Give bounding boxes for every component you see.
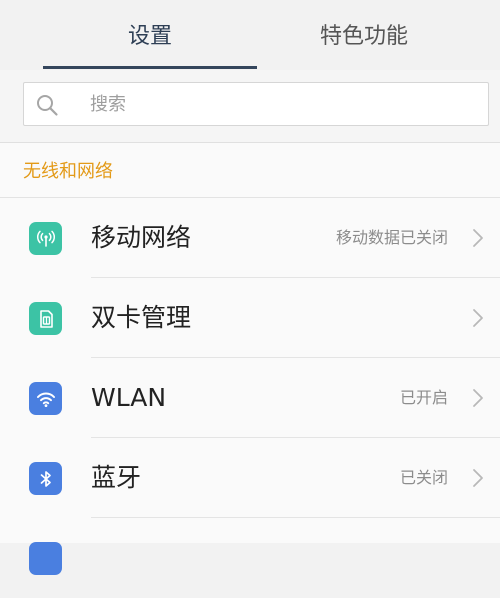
item-label: 移动网络 — [91, 223, 192, 252]
sim-card-icon — [29, 302, 62, 335]
item-label: 双卡管理 — [91, 303, 192, 332]
item-label: 蓝牙 — [91, 463, 142, 492]
tab-features[interactable]: 特色功能 — [257, 0, 471, 68]
next-item-icon — [29, 542, 62, 575]
active-tab-indicator — [43, 66, 257, 69]
bluetooth-icon — [29, 462, 62, 495]
settings-list: 移动网络 移动数据已关闭 双卡管理 WLAN 已开启 蓝牙 已关闭 — [0, 198, 500, 575]
search-icon — [37, 95, 58, 116]
chevron-right-icon — [473, 469, 483, 487]
mobile-network-icon — [29, 222, 62, 255]
search-bar — [0, 70, 500, 143]
list-item-wlan[interactable]: WLAN 已开启 — [0, 358, 500, 438]
search-input[interactable] — [90, 90, 470, 118]
item-status: 移动数据已关闭 — [335, 228, 448, 247]
list-item-partial[interactable] — [0, 518, 500, 598]
chevron-right-icon — [473, 309, 483, 327]
item-label: WLAN — [91, 383, 167, 412]
item-status: 已关闭 — [399, 468, 448, 487]
list-item-dual-sim[interactable]: 双卡管理 — [0, 278, 500, 358]
section-header: 无线和网络 — [0, 143, 500, 198]
list-item-mobile-network[interactable]: 移动网络 移动数据已关闭 — [0, 198, 500, 278]
chevron-right-icon — [473, 389, 483, 407]
tab-bar: 设置 特色功能 — [0, 0, 500, 71]
tab-settings[interactable]: 设置 — [43, 0, 257, 68]
wifi-icon — [29, 382, 62, 415]
list-item-bluetooth[interactable]: 蓝牙 已关闭 — [0, 438, 500, 518]
item-status: 已开启 — [399, 388, 448, 407]
chevron-right-icon — [473, 229, 483, 247]
section-title: 无线和网络 — [23, 161, 113, 182]
search-box[interactable] — [23, 82, 489, 126]
